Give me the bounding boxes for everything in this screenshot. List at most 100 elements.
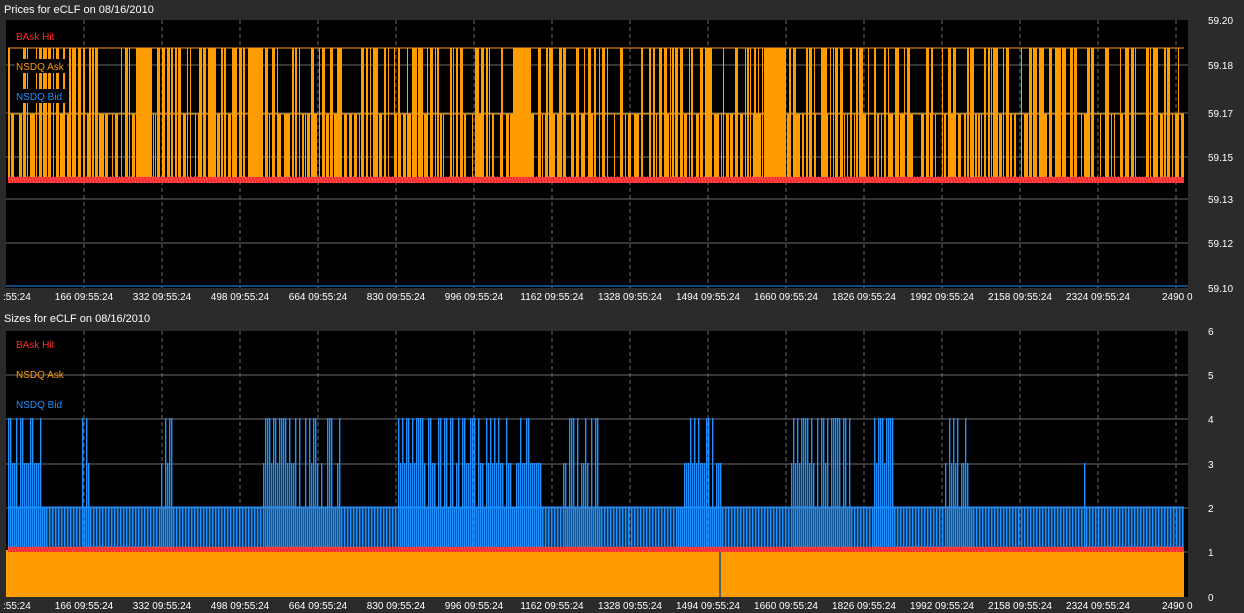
ask-bar xyxy=(1121,114,1123,180)
ask-bar xyxy=(863,114,866,180)
ask-bar xyxy=(964,114,966,180)
ask-bar xyxy=(684,114,687,180)
sizes-panel-title: Sizes for eCLF on 08/16/2010 xyxy=(4,313,150,325)
x-tick-label: 1826 09:55:24 xyxy=(832,601,896,612)
ask-bar xyxy=(278,114,281,180)
ask-bar xyxy=(424,114,427,180)
ask-bar xyxy=(359,114,360,180)
ask-bar xyxy=(930,114,931,180)
ask-bar xyxy=(408,114,411,180)
ask-bar xyxy=(531,114,534,180)
ask-bar xyxy=(798,114,800,180)
ask-bar xyxy=(30,114,33,180)
x-tick-label: 2324 09:55:24 xyxy=(1066,601,1130,612)
ask-bar xyxy=(102,114,104,180)
ask-bar xyxy=(581,114,584,180)
ask-bar xyxy=(379,114,382,180)
x-tick-label: :55:24 xyxy=(3,292,31,303)
ask-bar xyxy=(105,114,108,180)
ask-bar xyxy=(975,114,977,180)
x-tick-label: 1992 09:55:24 xyxy=(910,292,974,303)
x-tick-label: 1162 09:55:24 xyxy=(520,601,584,612)
ask-bar xyxy=(854,114,855,180)
y-tick-label: 5 xyxy=(1208,371,1214,382)
bid-band xyxy=(8,507,1184,550)
ask-bar xyxy=(958,114,961,180)
ask-bar xyxy=(881,114,882,180)
ask-bar xyxy=(1181,114,1184,180)
ask-bar xyxy=(314,114,317,180)
ask-bar xyxy=(500,114,501,180)
ask-bar xyxy=(890,114,893,180)
ask-bar xyxy=(132,114,135,180)
ask-bar xyxy=(696,114,699,180)
x-tick-label: 1494 09:55:24 xyxy=(676,292,740,303)
ask-bar xyxy=(344,114,347,180)
ask-bar xyxy=(354,114,357,180)
ask-bar xyxy=(726,114,729,180)
ask-bar xyxy=(951,114,953,180)
ask-bar xyxy=(464,114,466,180)
ask-bar xyxy=(815,114,816,180)
ask-bar xyxy=(802,114,804,180)
ask-bar xyxy=(1160,114,1163,180)
ask-bar xyxy=(877,114,879,180)
prices-panel: Prices for eCLF on 08/16/2010 BAsk Hit N… xyxy=(3,4,1233,303)
ask-bar xyxy=(935,114,936,180)
ask-bar xyxy=(553,114,555,180)
y-tick-label: 2 xyxy=(1208,504,1214,515)
prices-y-ticks: 59.20 59.18 59.17 59.15 59.13 59.12 59.10 xyxy=(1208,16,1233,295)
prices-legend-nsdq-bid: NSDQ Bid xyxy=(16,92,62,103)
ask-bar xyxy=(625,114,626,180)
x-tick-label: 830 09:55:24 xyxy=(367,292,426,303)
ask-bar xyxy=(1024,114,1026,180)
ask-bar xyxy=(978,114,980,180)
ask-bar xyxy=(472,114,473,180)
ask-bar xyxy=(1026,114,1028,180)
ask-bar xyxy=(910,114,913,180)
y-tick-label: 59.17 xyxy=(1208,109,1233,120)
ask-bar xyxy=(284,114,287,180)
ask-bar xyxy=(334,114,337,180)
y-tick-label: 1 xyxy=(1208,548,1214,559)
y-tick-label: 59.18 xyxy=(1208,61,1233,72)
ask-bar xyxy=(506,114,509,180)
ask-bar xyxy=(302,114,304,180)
ask-bar xyxy=(217,114,220,180)
ask-bar xyxy=(787,114,789,180)
ask-bar xyxy=(759,114,761,180)
x-tick-label: 1328 09:55:24 xyxy=(598,292,662,303)
x-tick-label: 1494 09:55:24 xyxy=(676,601,740,612)
ask-bar xyxy=(900,114,902,180)
ask-bar xyxy=(545,114,546,180)
ask-bar xyxy=(714,114,716,180)
ask-bar xyxy=(656,114,657,180)
x-tick-label: 1162 09:55:24 xyxy=(520,292,584,303)
ask-bar xyxy=(349,114,352,180)
ask-bar xyxy=(305,114,306,180)
ask-bar xyxy=(1084,114,1087,180)
ask-bar xyxy=(740,114,743,180)
ask-bar xyxy=(228,114,231,180)
x-tick-label: 1826 09:55:24 xyxy=(832,292,896,303)
ask-bar xyxy=(326,114,329,180)
ask-bar xyxy=(440,114,442,180)
x-tick-label: 996 09:55:24 xyxy=(445,601,504,612)
ask-bar xyxy=(1081,114,1082,180)
y-tick-label: 59.10 xyxy=(1208,284,1233,295)
ask-bar xyxy=(480,114,481,180)
ask-bar xyxy=(716,114,719,180)
ask-bar xyxy=(33,114,35,180)
ask-bar xyxy=(395,114,397,180)
ask-bar xyxy=(287,114,290,180)
x-tick-label: 830 09:55:24 xyxy=(367,601,426,612)
ask-bar xyxy=(981,114,982,180)
sizes-legend-nsdq-ask: NSDQ Ask xyxy=(16,370,65,381)
ask-bar xyxy=(902,114,904,180)
ask-bar xyxy=(634,114,637,180)
y-tick-label: 0 xyxy=(1208,593,1214,604)
ask-bar xyxy=(198,114,199,180)
x-tick-label: :55:24 xyxy=(3,601,31,612)
ask-bar xyxy=(1044,114,1047,180)
ask-bar xyxy=(67,114,69,180)
